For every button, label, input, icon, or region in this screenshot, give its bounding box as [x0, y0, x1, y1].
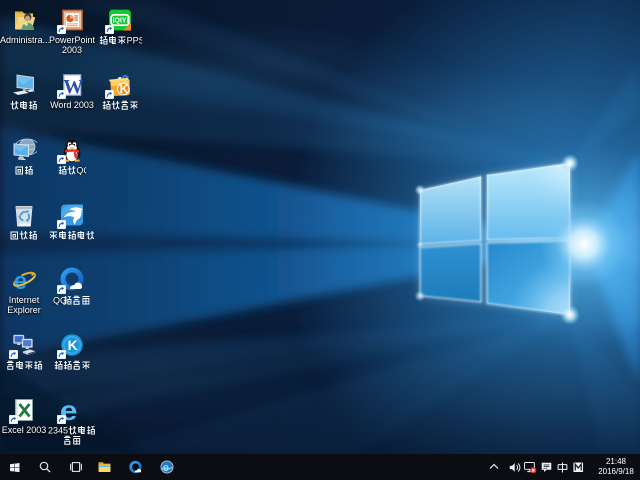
- svg-text:W: W: [63, 76, 83, 98]
- svg-text:e: e: [14, 268, 27, 293]
- svg-text:2345: 2345: [48, 426, 68, 435]
- svg-text:PPS: PPS: [126, 36, 141, 45]
- svg-text:iQIYI: iQIYI: [113, 18, 129, 25]
- svg-text:K: K: [68, 337, 78, 353]
- svg-text:e: e: [163, 462, 169, 474]
- svg-text:K: K: [120, 82, 129, 96]
- svg-text:QQ: QQ: [76, 166, 86, 175]
